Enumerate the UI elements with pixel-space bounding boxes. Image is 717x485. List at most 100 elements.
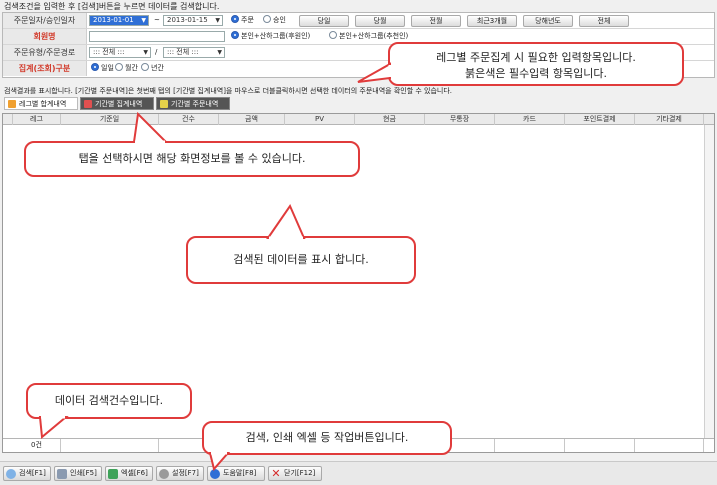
callout-data-text: 검색된 데이터를 표시 합니다. [233, 253, 369, 266]
document-icon [8, 100, 16, 108]
col-card[interactable]: 카드 [495, 114, 565, 125]
callout-count: 데이터 검색건수입니다. [26, 383, 192, 419]
radio-order-label: 주문 [241, 16, 254, 24]
search-icon [6, 469, 16, 479]
order-type-value: ::: 전체 ::: [93, 48, 125, 56]
callout-count-tail [38, 415, 69, 439]
radio-checked-icon [231, 31, 239, 39]
tab-period-orders-label: 기간별 주문내역 [171, 100, 219, 108]
col-pv[interactable]: PV [285, 114, 355, 125]
radio-approve-label: 승인 [273, 16, 286, 24]
printer-icon [57, 469, 67, 479]
radio-checked-icon [91, 63, 99, 71]
radio-recommender-label: 본인+산하그룹(추천인) [339, 32, 409, 40]
member-name-input[interactable] [89, 31, 225, 42]
this-year-button[interactable]: 당해년도 [523, 15, 573, 27]
date-row: 주문일자/승인일자 2013-01-01 ▼ ~ 2013-01-15 ▼ 주문 승… [3, 13, 714, 29]
close-button[interactable]: ✕ 닫기[F12] [268, 466, 322, 481]
radio-daily[interactable]: 일일 [91, 62, 114, 75]
today-button[interactable]: 당일 [299, 15, 349, 27]
callout-input-fields: 레그별 주문집계 시 필요한 입력항목입니다. 붉은색은 필수입력 항목입니다. [388, 42, 684, 86]
excel-button-label: 엑셀[F6] [121, 469, 148, 477]
footer-cell [495, 439, 565, 452]
row-header-cell [3, 114, 13, 125]
radio-icon [141, 63, 149, 71]
order-route-select[interactable]: ::: 전체 ::: ▼ [163, 47, 225, 58]
aggregation-label: 집계(조회)구분 [3, 61, 87, 76]
col-other-payment[interactable]: 기타결제 [635, 114, 704, 125]
date-to-input[interactable]: 2013-01-15 ▼ [163, 15, 223, 26]
radio-icon [115, 63, 123, 71]
col-bank-transfer[interactable]: 무통장 [425, 114, 495, 125]
search-button[interactable]: 검색[F1] [3, 466, 51, 481]
radio-sponsor-group[interactable]: 본인+산하그룹(후원인) [231, 30, 310, 43]
order-route-value: ::: 전체 ::: [167, 48, 199, 56]
callout-tabs-text: 탭을 선택하시면 해당 화면정보를 볼 수 있습니다. [78, 152, 306, 165]
settings-button-label: 설정[F7] [172, 469, 199, 477]
tab-period-summary[interactable]: 기간별 집계내역 [80, 97, 154, 110]
callout-tabs: 탭을 선택하시면 해당 화면정보를 볼 수 있습니다. [24, 141, 360, 177]
radio-icon [329, 31, 337, 39]
last-month-button[interactable]: 전월 [411, 15, 461, 27]
radio-yearly[interactable]: 년간 [141, 62, 164, 75]
tab-period-summary-label: 기간별 집계내역 [95, 100, 143, 108]
chevron-down-icon: ▼ [141, 17, 146, 24]
callout-input-line1: 레그별 주문집계 시 필요한 입력항목입니다. [436, 51, 636, 64]
grid-scrollbar[interactable] [704, 125, 714, 438]
date-to-value: 2013-01-15 [167, 16, 208, 24]
tab-leg-summary[interactable]: 레그별 합계내역 [4, 97, 78, 110]
col-cash[interactable]: 현금 [355, 114, 425, 125]
callout-buttons-tail [208, 451, 231, 472]
order-type-select[interactable]: ::: 전체 ::: ▼ [89, 47, 151, 58]
grid-header: 레그 기준일 건수 금액 PV 현금 무통장 카드 포인트결제 기타결제 [3, 114, 714, 125]
radio-sponsor-label: 본인+산하그룹(후원인) [241, 32, 311, 40]
callout-buttons-text: 검색, 인쇄 엑셀 등 작업버튼입니다. [245, 431, 409, 444]
date-from-input[interactable]: 2013-01-01 ▼ [89, 15, 149, 26]
radio-yearly-label: 년간 [151, 64, 164, 72]
this-month-button[interactable]: 당월 [355, 15, 405, 27]
order-type-label: 주문유형/주문경로 [3, 45, 87, 60]
col-point-payment[interactable]: 포인트결제 [565, 114, 635, 125]
footer-cell [565, 439, 635, 452]
callout-count-text: 데이터 검색건수입니다. [54, 394, 164, 407]
date-label: 주문일자/승인일자 [3, 13, 87, 28]
col-leg[interactable]: 레그 [13, 114, 61, 125]
date-separator: ~ [154, 16, 160, 24]
callout-buttons: 검색, 인쇄 엑셀 등 작업버튼입니다. [202, 421, 452, 455]
calendar-icon [84, 100, 92, 108]
print-button-label: 인쇄[F5] [70, 469, 97, 477]
chevron-down-icon: ▼ [215, 17, 220, 24]
search-hint: 검색조건을 입력한 후 [검색]버튼을 누르면 데이터를 검색합니다. [4, 2, 220, 11]
col-amount[interactable]: 금액 [219, 114, 285, 125]
radio-icon [263, 15, 271, 23]
print-button[interactable]: 인쇄[F5] [54, 466, 102, 481]
gear-icon [159, 469, 169, 479]
chevron-down-icon: ▼ [217, 49, 222, 56]
action-toolbar: 검색[F1] 인쇄[F5] 엑셀[F6] 설정[F7] 도움말[F8] ✕ 닫기[… [0, 461, 717, 485]
list-icon [160, 100, 168, 108]
callout-data-area: 검색된 데이터를 표시 합니다. [186, 236, 416, 284]
close-button-label: 닫기[F12] [284, 469, 316, 477]
excel-button[interactable]: 엑셀[F6] [105, 466, 153, 481]
select-separator: / [155, 48, 158, 56]
radio-monthly-label: 월간 [125, 64, 138, 72]
last-3-months-button[interactable]: 최근3개월 [467, 15, 517, 27]
callout-data-tail [266, 203, 306, 240]
all-period-button[interactable]: 전체 [579, 15, 629, 27]
callout-input-line2: 붉은색은 필수입력 항목입니다. [464, 67, 608, 80]
result-info: 검색결과를 표시합니다. [기간별 주문내역]은 첫번째 탭의 [기간별 집계내… [4, 87, 453, 95]
radio-checked-icon [231, 15, 239, 23]
radio-monthly[interactable]: 월간 [115, 62, 138, 75]
excel-icon [108, 469, 118, 479]
chevron-down-icon: ▼ [143, 49, 148, 56]
tab-period-orders[interactable]: 기간별 주문내역 [156, 97, 230, 110]
radio-approve[interactable]: 승인 [263, 14, 286, 27]
footer-cell [635, 439, 704, 452]
radio-order[interactable]: 주문 [231, 14, 254, 27]
settings-button[interactable]: 설정[F7] [156, 466, 204, 481]
member-label: 회원명 [3, 29, 87, 44]
close-icon: ✕ [271, 467, 281, 480]
radio-daily-label: 일일 [101, 64, 114, 72]
callout-input-tail [357, 62, 392, 83]
tab-leg-summary-label: 레그별 합계내역 [19, 100, 67, 108]
